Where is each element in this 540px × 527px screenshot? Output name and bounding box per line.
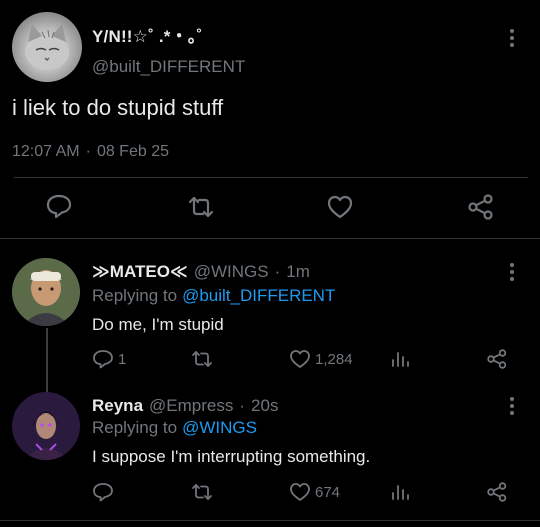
retweet-icon — [192, 484, 212, 500]
main-tweet-text: i liek to do stupid stuff — [12, 95, 224, 120]
reply-1-text: Do me, I'm stupid — [92, 315, 224, 334]
reply-icon — [93, 350, 113, 369]
reply-2-handle[interactable]: @Empress — [149, 396, 233, 416]
main-tweet-handle[interactable]: @built_DIFFERENT — [92, 57, 245, 77]
reply-2-display-name[interactable]: Reyna — [92, 396, 143, 416]
divider — [0, 520, 540, 521]
retweet-icon — [188, 196, 214, 218]
reply-1-display-name[interactable]: ≫MATEO≪ — [92, 262, 188, 282]
analytics-icon — [392, 352, 409, 367]
reply-1-reply-button[interactable]: 1 — [92, 349, 126, 369]
reply-2-reply-button[interactable] — [92, 482, 114, 507]
share-icon — [468, 194, 493, 220]
mateo-avatar-image — [12, 258, 80, 326]
reply-2-header: Reyna @Empress · 20s — [92, 396, 278, 416]
main-tweet-timestamp[interactable]: 12:07 AM · 08 Feb 25 — [12, 143, 169, 161]
share-button[interactable] — [467, 193, 495, 226]
retweet-button[interactable] — [186, 194, 216, 225]
replying-to-link[interactable]: @WINGS — [182, 418, 257, 438]
meta-separator: · — [239, 396, 246, 415]
reply-2-share-button[interactable] — [486, 481, 508, 508]
share-icon — [487, 482, 507, 502]
more-options-icon[interactable] — [509, 397, 515, 415]
reply-2-text: I suppose I'm interrupting something. — [92, 447, 371, 466]
reply-2-analytics-button[interactable] — [390, 482, 410, 507]
replying-label: Replying to — [92, 286, 178, 305]
reply-1-handle[interactable]: @WINGS — [194, 262, 269, 282]
replying-to-link[interactable]: @built_DIFFERENT — [182, 286, 335, 306]
reply-1-retweet-button[interactable] — [190, 349, 214, 374]
reply-count: 1 — [118, 350, 127, 368]
reply-icon — [46, 194, 72, 219]
more-options-icon[interactable] — [509, 29, 515, 47]
like-count: 1,284 — [315, 350, 353, 368]
divider — [0, 238, 540, 239]
tweet-date: 08 Feb 25 — [96, 143, 169, 160]
meta-separator: · — [85, 143, 91, 160]
more-options-icon[interactable] — [509, 263, 515, 281]
reply-1-like-button[interactable]: 1,284 — [289, 349, 353, 369]
like-icon — [327, 195, 353, 219]
reply-2-replying-to: Replying to @WINGS — [92, 418, 257, 438]
reply-button[interactable] — [45, 193, 73, 224]
tweet-time: 12:07 AM — [12, 143, 80, 160]
like-count: 674 — [315, 483, 341, 501]
cat-avatar-image — [25, 24, 69, 70]
like-button[interactable] — [326, 194, 354, 225]
retweet-icon — [192, 351, 212, 367]
main-tweet-display-name[interactable]: Y/N!!☆˚ .*・｡˚ — [92, 22, 202, 47]
reply-icon — [93, 483, 113, 502]
reply-1-header: ≫MATEO≪ @WINGS · 1m — [92, 262, 310, 282]
reply-1-share-button[interactable] — [486, 348, 508, 375]
divider — [14, 177, 528, 178]
reply-1-analytics-button[interactable] — [390, 349, 410, 374]
reply-2-age: 20s — [251, 396, 279, 415]
thread-connector — [46, 328, 48, 392]
reply-2-like-button[interactable]: 674 — [289, 482, 340, 502]
reply-1-age: 1m — [286, 262, 310, 281]
reply-2-retweet-button[interactable] — [190, 482, 214, 507]
reply-1-avatar[interactable] — [12, 258, 80, 326]
like-icon — [290, 483, 310, 501]
like-icon — [290, 350, 310, 368]
meta-separator: · — [274, 262, 281, 281]
analytics-icon — [392, 485, 409, 500]
reyna-avatar-image — [12, 392, 80, 460]
reply-1-replying-to: Replying to @built_DIFFERENT — [92, 286, 335, 306]
replying-label: Replying to — [92, 418, 178, 437]
reply-2-avatar[interactable] — [12, 392, 80, 460]
main-tweet-avatar[interactable] — [12, 12, 82, 82]
share-icon — [487, 349, 507, 369]
